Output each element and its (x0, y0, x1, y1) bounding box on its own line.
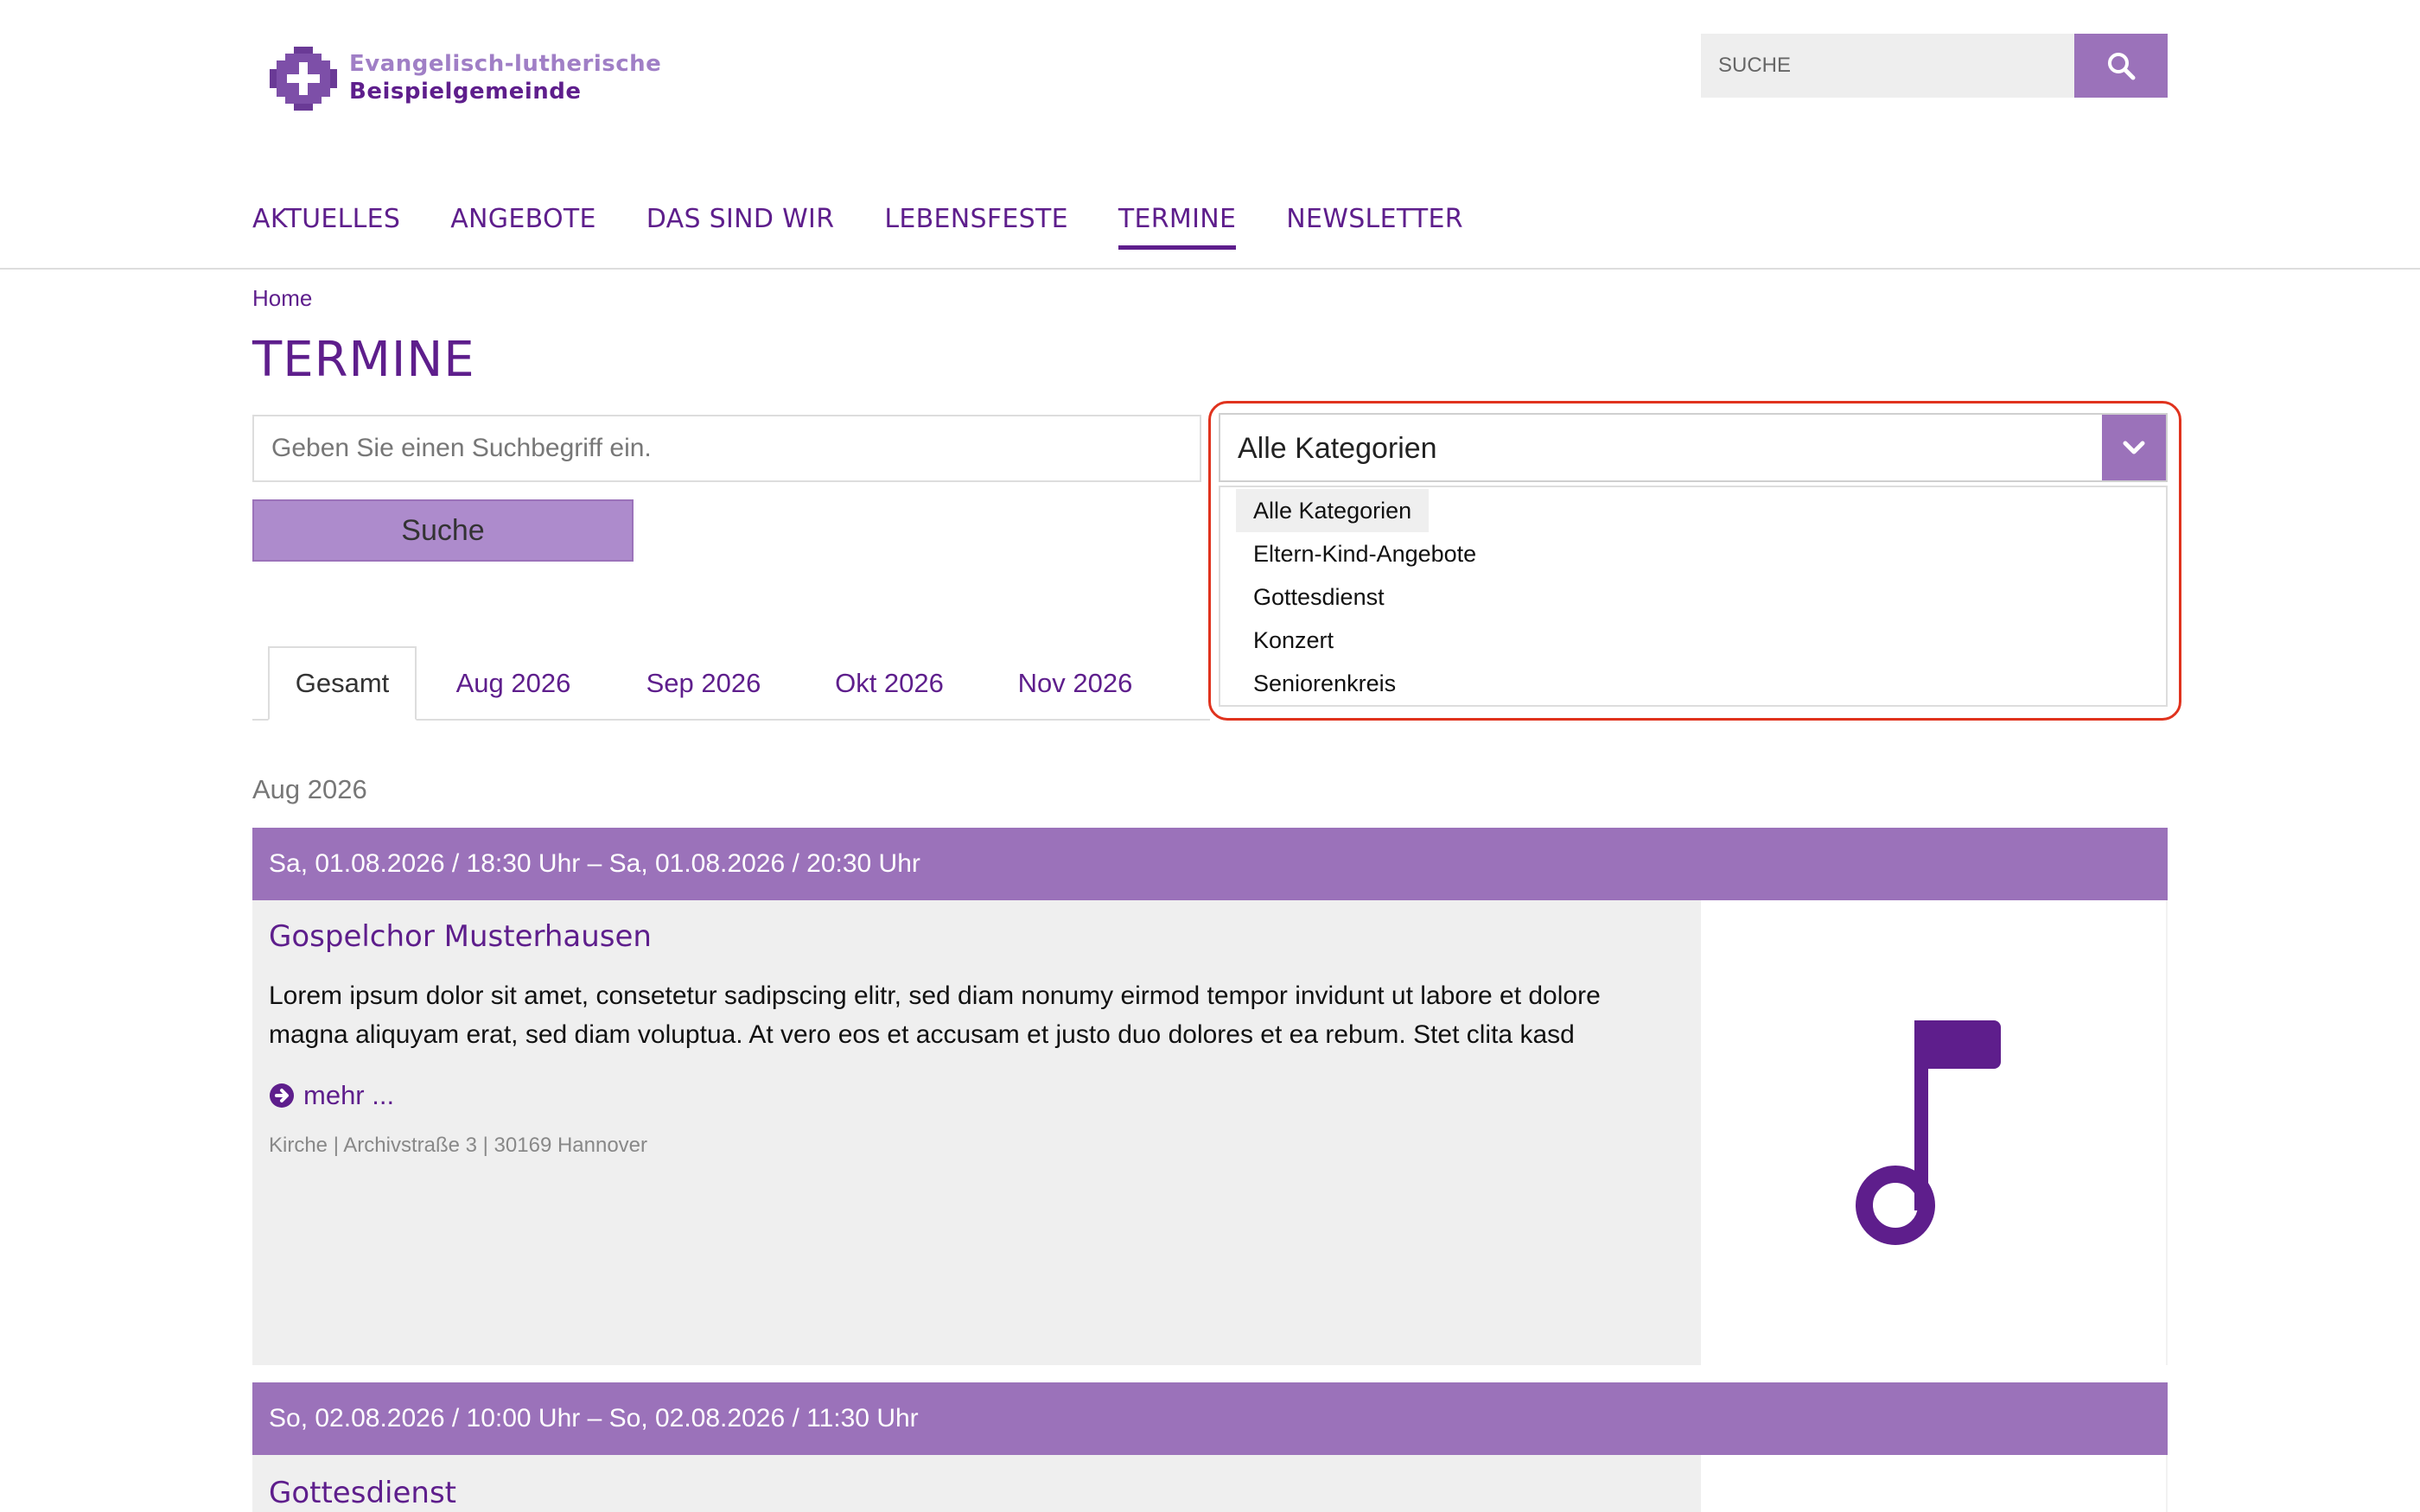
event-search-input[interactable] (252, 415, 1201, 482)
arrow-circle-right-icon (270, 1083, 294, 1108)
category-select[interactable]: Alle Kategorien (1219, 413, 2168, 482)
month-tabs: Gesamt Aug 2026 Sep 2026 Okt 2026 Nov 20… (252, 646, 1210, 721)
category-option-eltern-kind[interactable]: Eltern-Kind-Angebote (1236, 532, 1493, 575)
category-dropdown-list: Alle Kategorien Eltern-Kind-Angebote Got… (1219, 486, 2168, 707)
main-nav: AKTUELLES ANGEBOTE DAS SIND WIR LEBENSFE… (252, 204, 1513, 250)
category-option-alle[interactable]: Alle Kategorien (1236, 489, 1430, 532)
event-datetime-bar: Sa, 01.08.2026 / 18:30 Uhr – Sa, 01.08.2… (252, 828, 2168, 900)
header-search-button[interactable] (2074, 34, 2168, 98)
breadcrumb-home[interactable]: Home (252, 285, 312, 312)
month-heading: Aug 2026 (252, 774, 367, 804)
page-title: TERMINE (252, 332, 475, 388)
event-description-line2: magna aliquyam erat, sed diam voluptua. … (269, 1020, 1575, 1049)
tab-gesamt[interactable]: Gesamt (268, 646, 417, 721)
event-image (1701, 900, 2168, 1365)
church-name-line1: Evangelisch-lutherische (349, 51, 662, 77)
event-card: Gospelchor Musterhausen Lorem ipsum dolo… (252, 900, 1701, 1365)
search-icon (2108, 53, 2136, 80)
event-more-label: mehr ... (303, 1080, 395, 1110)
category-option-gottesdienst[interactable]: Gottesdienst (1236, 575, 1402, 619)
nav-item-termine[interactable]: TERMINE (1118, 204, 1237, 250)
nav-item-das-sind-wir[interactable]: DAS SIND WIR (646, 204, 835, 248)
tab-okt-2026[interactable]: Okt 2026 (822, 646, 957, 721)
nav-item-lebensfeste[interactable]: LEBENSFESTE (884, 204, 1068, 248)
event-search-button[interactable]: Suche (252, 499, 634, 562)
church-name-line2: Beispielgemeinde (349, 79, 582, 105)
category-option-seniorenkreis[interactable]: Seniorenkreis (1236, 662, 1413, 705)
tab-sep-2026[interactable]: Sep 2026 (636, 646, 771, 721)
event-title[interactable]: Gospelchor Musterhausen (269, 919, 652, 954)
chevron-down-icon[interactable] (2102, 415, 2166, 480)
event-location: Kirche | Archivstraße 3 | 30169 Hannover (269, 1134, 648, 1157)
category-select-value: Alle Kategorien (1238, 432, 1437, 465)
header-search-input[interactable] (1701, 34, 2074, 98)
tab-aug-2026[interactable]: Aug 2026 (446, 646, 581, 721)
nav-item-newsletter[interactable]: NEWSLETTER (1286, 204, 1463, 248)
nav-divider (0, 268, 2420, 270)
cross-logo-icon[interactable] (270, 47, 337, 111)
category-option-konzert[interactable]: Konzert (1236, 619, 1351, 662)
event-description-line1: Lorem ipsum dolor sit amet, consetetur s… (269, 982, 1601, 1010)
music-note-icon (1856, 1020, 2001, 1245)
nav-item-angebote[interactable]: ANGEBOTE (450, 204, 596, 248)
church-name[interactable]: Evangelisch-lutherische Beispielgemeinde (349, 50, 661, 105)
event-datetime-bar: So, 02.08.2026 / 10:00 Uhr – So, 02.08.2… (252, 1382, 2168, 1455)
nav-item-aktuelles[interactable]: AKTUELLES (252, 204, 400, 248)
event-title[interactable]: Gottesdienst (269, 1476, 456, 1510)
event-card: Gottesdienst (252, 1455, 1701, 1512)
event-image (1701, 1455, 2168, 1512)
tab-nov-2026[interactable]: Nov 2026 (1008, 646, 1143, 721)
event-more-link[interactable]: mehr ... (269, 1080, 394, 1111)
